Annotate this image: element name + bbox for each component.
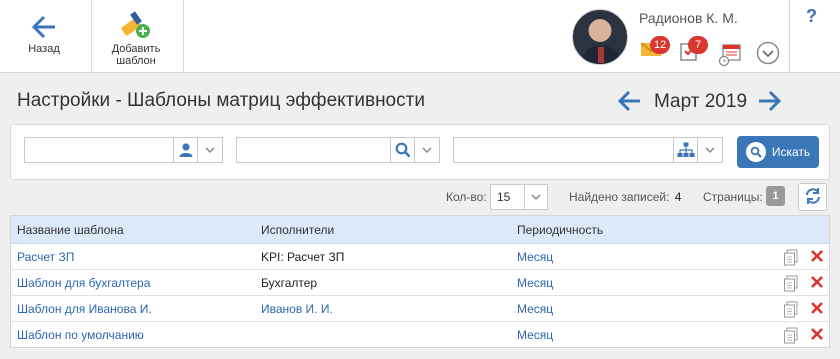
department-filter <box>453 137 723 163</box>
period-link[interactable]: Месяц <box>517 250 553 264</box>
toolbar-divider <box>91 0 92 73</box>
toolbar-divider <box>183 0 184 73</box>
search-button-label: Искать <box>771 145 811 159</box>
template-search-filter <box>236 137 440 163</box>
back-button[interactable]: Назад <box>14 0 74 73</box>
department-filter-input[interactable] <box>453 137 673 163</box>
calendar-icon[interactable] <box>718 43 742 70</box>
found-value: 4 <box>674 190 682 204</box>
executors-text: Бухгалтер <box>261 276 318 290</box>
column-header-executors[interactable]: Исполнители <box>261 223 334 237</box>
chevron-down-icon[interactable] <box>698 137 723 163</box>
month-navigator: Март 2019 <box>617 90 782 115</box>
chevron-down-icon[interactable] <box>198 137 223 163</box>
back-arrow-icon <box>30 0 58 40</box>
help-button[interactable]: ? <box>806 6 817 27</box>
executor-filter <box>24 137 223 163</box>
page-size-value: 15 <box>497 190 511 204</box>
avatar-tie <box>598 47 604 63</box>
delete-icon[interactable] <box>810 275 824 292</box>
table-row: Шаблон для Иванова И. Иванов И. И. Месяц <box>11 296 829 322</box>
copy-icon[interactable] <box>783 275 799 295</box>
delete-icon[interactable] <box>810 249 824 266</box>
avatar[interactable] <box>572 9 628 65</box>
messages-badge: 12 <box>650 36 671 54</box>
next-month-icon[interactable] <box>757 90 782 115</box>
back-label: Назад <box>28 43 60 55</box>
delete-icon[interactable] <box>810 301 824 318</box>
template-name-link[interactable]: Шаблон по умолчанию <box>17 328 144 342</box>
top-toolbar: Назад Добавить шаблон Радионов К. М. 12 … <box>0 0 840 73</box>
period-link[interactable]: Месяц <box>517 328 553 342</box>
user-name[interactable]: Радионов К. М. <box>639 10 738 26</box>
add-template-label-line2: шаблон <box>116 55 156 67</box>
column-header-period[interactable]: Периодичность <box>517 223 603 237</box>
page-title: Настройки - Шаблоны матриц эффективности <box>17 90 425 111</box>
search-icon[interactable] <box>390 137 415 163</box>
filter-panel: Искать <box>10 124 830 180</box>
user-icon[interactable] <box>173 137 198 163</box>
column-header-name[interactable]: Название шаблона <box>17 223 124 237</box>
templates-table: Название шаблона Исполнители Периодичнос… <box>10 215 830 348</box>
copy-icon[interactable] <box>783 301 799 321</box>
chevron-down-icon[interactable] <box>756 41 780 68</box>
executors-link[interactable]: Иванов И. И. <box>261 302 333 316</box>
table-row: Расчет ЗП KPI: Расчет ЗП Месяц <box>11 244 829 270</box>
template-name-link[interactable]: Расчет ЗП <box>17 250 74 264</box>
search-button[interactable]: Искать <box>737 136 819 168</box>
refresh-button[interactable] <box>798 183 827 211</box>
chevron-down-icon[interactable] <box>415 137 440 163</box>
toolbar-divider <box>789 0 790 73</box>
page-size-select[interactable]: 15 <box>490 184 548 210</box>
copy-icon[interactable] <box>783 249 799 269</box>
executors-text: KPI: Расчет ЗП <box>261 250 345 264</box>
count-label: Кол-во: <box>446 190 487 204</box>
copy-icon[interactable] <box>783 327 799 347</box>
prev-month-icon[interactable] <box>617 90 642 115</box>
add-template-button[interactable]: Добавить шаблон <box>104 0 168 73</box>
pages-label: Страницы: <box>703 190 763 204</box>
table-row: Шаблон по умолчанию Месяц <box>11 322 829 348</box>
period-link[interactable]: Месяц <box>517 302 553 316</box>
template-search-input[interactable] <box>236 137 390 163</box>
table-row: Шаблон для бухгалтера Бухгалтер Месяц <box>11 270 829 296</box>
delete-icon[interactable] <box>810 327 824 344</box>
found-records: Найдено записей: 4 <box>569 184 681 210</box>
template-name-link[interactable]: Шаблон для бухгалтера <box>17 276 150 290</box>
executor-filter-input[interactable] <box>24 137 173 163</box>
tasks-badge: 7 <box>688 36 708 54</box>
template-name-link[interactable]: Шаблон для Иванова И. <box>17 302 152 316</box>
found-label: Найдено записей: <box>569 190 670 204</box>
search-icon <box>745 142 766 162</box>
org-structure-icon[interactable] <box>673 137 698 163</box>
current-month: Март 2019 <box>654 91 748 112</box>
add-template-label: Добавить шаблон <box>112 43 161 67</box>
period-link[interactable]: Месяц <box>517 276 553 290</box>
add-template-label-line1: Добавить <box>111 43 161 55</box>
refresh-icon <box>804 187 822 208</box>
add-template-icon <box>119 0 153 40</box>
chevron-down-icon <box>523 185 547 209</box>
table-header: Название шаблона Исполнители Периодичнос… <box>11 216 829 244</box>
page-number-button[interactable]: 1 <box>766 186 785 206</box>
